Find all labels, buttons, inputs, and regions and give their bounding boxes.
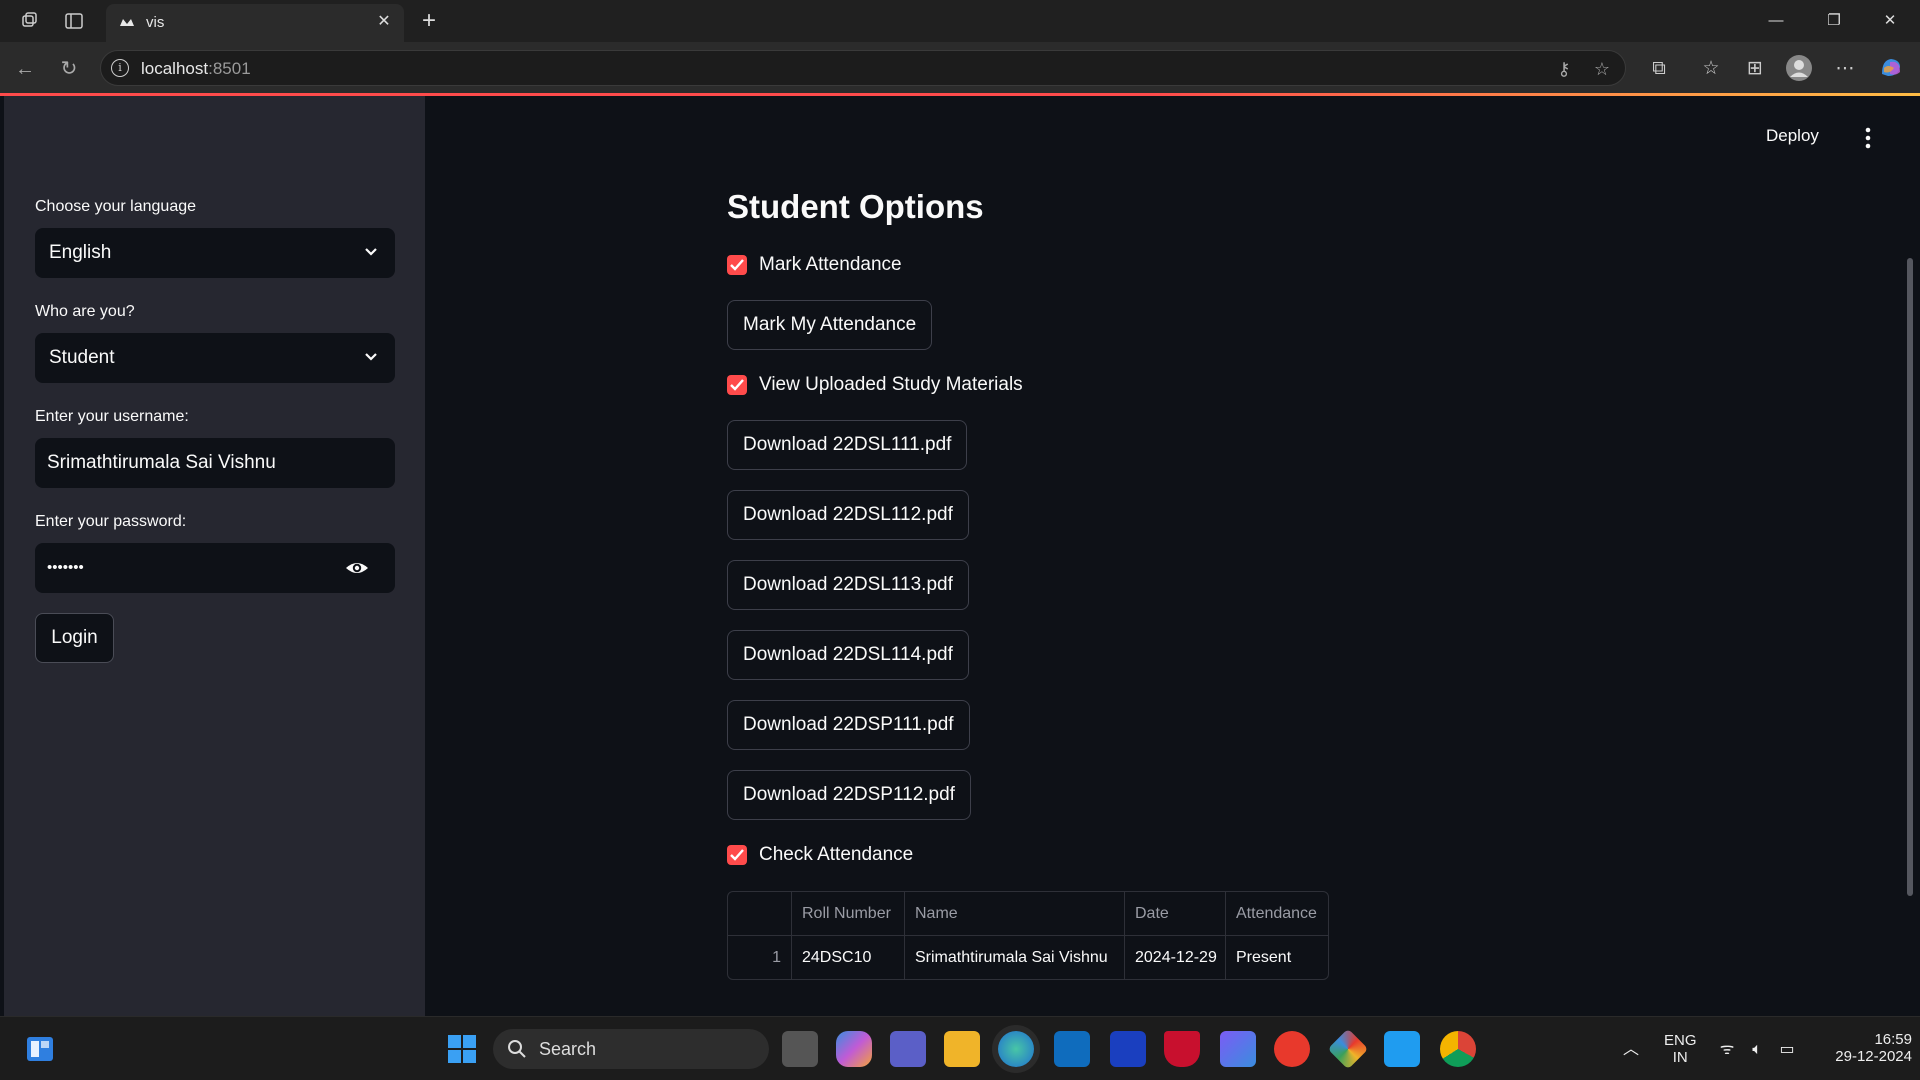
back-icon[interactable]: ← [10,54,40,84]
copilot-icon[interactable] [1876,54,1906,84]
favorite-star-icon[interactable]: ☆ [1589,57,1615,81]
tab-vis[interactable]: vis ✕ [106,4,404,42]
widgets-icon[interactable] [24,1033,56,1065]
site-info-icon[interactable]: i [111,59,129,77]
checkbox-checked-icon [727,255,747,275]
volume-icon[interactable]: 🔈︎ [1746,1041,1768,1059]
mark-attendance-label: Mark Attendance [759,254,902,275]
extensions-icon[interactable]: ⧉ [1644,54,1674,84]
page-title: Student Options [727,188,984,225]
role-value: Student [49,347,115,368]
language-indicator[interactable]: ENG IN [1664,1032,1697,1066]
table-cell[interactable]: Present [1226,936,1328,979]
chrome-icon[interactable] [1440,1031,1476,1067]
media-player-icon[interactable] [1220,1031,1256,1067]
address-bar[interactable]: i localhost:8501 ⚷ ☆ [100,50,1626,86]
login-button[interactable]: Login [35,613,114,663]
column-header[interactable]: Date [1125,892,1226,936]
battery-icon[interactable]: ▭ [1776,1041,1798,1059]
window-close-icon[interactable]: ✕ [1870,6,1910,36]
restore-icon[interactable]: ❐ [1814,6,1854,36]
download-button[interactable]: Download 22DSP112.pdf [727,770,971,820]
clock[interactable]: 16:59 29-12-2024 [1812,1031,1912,1065]
column-header[interactable]: Attendance [1226,892,1328,936]
profile-avatar-icon[interactable] [1784,54,1814,84]
tab-title: vis [146,14,165,31]
show-password-eye-icon[interactable] [345,558,369,578]
sidebar: Choose your language English Who are you… [4,96,425,1016]
copilot-app-icon[interactable] [836,1031,872,1067]
download-button[interactable]: Download 22DSL114.pdf [727,630,969,680]
password-key-icon[interactable]: ⚷ [1551,57,1577,81]
lenovo-l-icon[interactable] [1110,1031,1146,1067]
username-label: Enter your username: [35,408,189,425]
collections-icon[interactable]: ⊞ [1740,54,1770,84]
minimize-icon[interactable]: — [1756,6,1796,36]
taskbar-search[interactable]: Search [493,1029,769,1069]
chevron-down-icon [365,248,377,256]
wps-office-icon[interactable] [1274,1031,1310,1067]
taskbar: Search ︿ ENG IN ᯤ 🔈︎ ▭ 16:59 29-12-2024 [0,1016,1920,1080]
teams-icon[interactable] [890,1031,926,1067]
language-value: English [49,242,112,263]
vscode-icon[interactable] [1384,1031,1420,1067]
browser-toolbar: ← ↻ i localhost:8501 ⚷ ☆ ⧉ ☆ ⊞ ⋯ [0,42,1920,94]
chevron-down-icon [365,353,377,361]
windows-start-icon[interactable] [446,1033,478,1065]
table-cell[interactable]: Srimathtirumala Sai Vishnu [905,936,1125,979]
new-tab-button[interactable]: + [414,6,444,36]
main-scrollbar[interactable] [1907,258,1913,896]
main-menu-icon[interactable] [1858,124,1878,152]
password-input[interactable]: ••••••• [35,543,395,593]
language-select[interactable]: English [35,228,395,278]
vertical-tabs-icon[interactable] [60,8,88,34]
tab-close-icon[interactable]: ✕ [374,12,394,32]
role-select[interactable]: Student [35,333,395,383]
attendance-table[interactable]: Roll Number Name Date Attendance 1 24DSC… [727,891,1329,980]
view-materials-label: View Uploaded Study Materials [759,374,1023,395]
check-attendance-label: Check Attendance [759,844,914,865]
column-header[interactable]: Roll Number [792,892,905,936]
show-hidden-icons-chevron[interactable]: ︿ [1620,1041,1642,1059]
table-cell[interactable]: 2024-12-29 [1125,936,1226,979]
mark-my-attendance-button[interactable]: Mark My Attendance [727,300,933,350]
edge-icon[interactable] [998,1031,1034,1067]
username-value: Srimathtirumala Sai Vishnu [47,452,276,473]
download-button[interactable]: Download 22DSP111.pdf [727,700,970,750]
git-tool-icon[interactable] [1327,1028,1369,1070]
checkbox-checked-icon [727,845,747,865]
wifi-icon[interactable]: ᯤ [1716,1041,1738,1059]
password-label: Enter your password: [35,513,187,530]
role-label: Who are you? [35,303,135,320]
table-cell[interactable]: 24DSC10 [792,936,905,979]
task-view-icon[interactable] [782,1031,818,1067]
browser-tab-bar: vis ✕ + — ❐ ✕ [0,0,1920,42]
search-icon [508,1040,526,1058]
column-header[interactable]: Name [905,892,1125,936]
password-value: ••••••• [47,559,84,576]
outlook-icon[interactable] [1054,1031,1090,1067]
file-explorer-icon[interactable] [944,1031,980,1067]
workspaces-icon[interactable] [16,8,44,34]
search-label: Search [539,1039,597,1059]
streamlit-favicon-icon [118,14,136,32]
mcafee-icon[interactable] [1164,1031,1200,1067]
column-header[interactable] [728,892,792,936]
row-index: 1 [728,936,792,979]
username-input[interactable]: Srimathtirumala Sai Vishnu [35,438,395,488]
favorites-icon[interactable]: ☆ [1696,54,1726,84]
language-label: Choose your language [35,198,197,215]
url-text: localhost:8501 [141,59,251,78]
reload-icon[interactable]: ↻ [54,54,84,84]
checkbox-checked-icon [727,375,747,395]
download-button[interactable]: Download 22DSL111.pdf [727,420,968,470]
download-button[interactable]: Download 22DSL112.pdf [727,490,969,540]
table-row: 1 24DSC10 Srimathtirumala Sai Vishnu 202… [728,936,1328,979]
more-options-icon[interactable]: ⋯ [1830,54,1860,84]
deploy-button[interactable]: Deploy [1766,126,1819,146]
table-header: Roll Number Name Date Attendance [728,892,1328,936]
download-button[interactable]: Download 22DSL113.pdf [727,560,969,610]
